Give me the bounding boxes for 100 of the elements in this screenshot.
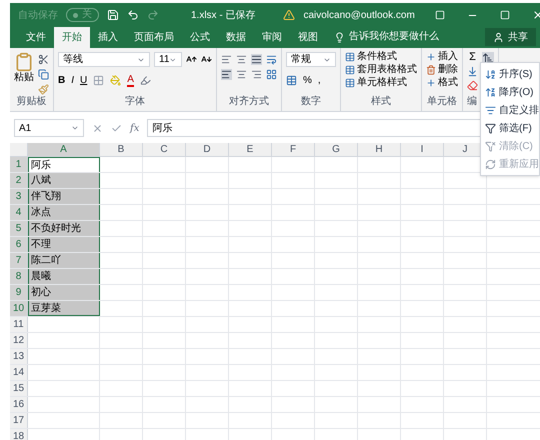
tell-me-field[interactable]: 告诉我你想要做什么: [349, 29, 439, 44]
grow-font-icon[interactable]: [186, 54, 197, 65]
row-header[interactable]: 13: [10, 349, 28, 364]
maximize-icon[interactable]: [500, 10, 510, 20]
table-cell: 八斌: [28, 173, 100, 188]
column-header[interactable]: I: [401, 143, 444, 156]
fill-color-icon[interactable]: [110, 75, 122, 86]
shrink-font-icon[interactable]: [201, 54, 212, 65]
underline-button[interactable]: U: [80, 73, 88, 88]
cancel-icon[interactable]: [92, 122, 103, 134]
bottom-align-icon[interactable]: [251, 54, 262, 65]
name-box[interactable]: A1: [14, 119, 84, 137]
clear-filter-icon: [485, 140, 496, 152]
group-label: 单元格: [427, 97, 457, 107]
group-label: 对齐方式: [229, 97, 269, 107]
row-header[interactable]: 1: [10, 157, 28, 172]
wrap-text-icon[interactable]: [266, 54, 277, 65]
align-center-icon[interactable]: [236, 69, 247, 80]
cells-menu-button[interactable]: 删除: [426, 65, 458, 75]
column-header[interactable]: D: [186, 143, 229, 156]
row-header[interactable]: 2: [10, 173, 28, 188]
row-header[interactable]: 7: [10, 253, 28, 268]
column-header[interactable]: G: [315, 143, 358, 156]
menu-item[interactable]: 自定义排: [481, 103, 539, 117]
fill-icon[interactable]: [467, 66, 478, 77]
ribbon-display-icon[interactable]: [434, 10, 445, 20]
font-color-button[interactable]: A: [127, 74, 134, 86]
ribbon-tab[interactable]: 页面布局: [126, 27, 182, 48]
percent-button[interactable]: %: [303, 73, 312, 88]
menu-item[interactable]: 筛选(F): [481, 121, 539, 135]
filter-icon: [485, 122, 496, 134]
column-header[interactable]: H: [358, 143, 401, 156]
bold-button[interactable]: B: [58, 73, 66, 88]
row-header[interactable]: 6: [10, 237, 28, 252]
ribbon-tab[interactable]: 文件: [18, 27, 54, 48]
enter-icon[interactable]: [111, 122, 122, 134]
style-menu-button[interactable]: 套用表格格式: [345, 65, 417, 75]
menu-item[interactable]: 升序(S): [481, 67, 539, 81]
column-header[interactable]: E: [229, 143, 272, 156]
insert-function-button[interactable]: fx: [130, 120, 140, 136]
align-left-icon[interactable]: [221, 69, 232, 80]
custom-sort-icon: [485, 104, 496, 116]
undo-icon[interactable]: [127, 9, 139, 21]
group-label: 编: [467, 97, 477, 107]
table-cell: 阿乐: [28, 157, 100, 172]
plus-icon: [426, 78, 436, 88]
row-header[interactable]: 4: [10, 205, 28, 220]
share-button[interactable]: 共享: [485, 28, 536, 46]
column-header[interactable]: F: [272, 143, 315, 156]
middle-align-icon[interactable]: [236, 54, 247, 65]
top-align-icon[interactable]: [221, 54, 232, 65]
row-header[interactable]: 14: [10, 365, 28, 380]
row-header[interactable]: 15: [10, 381, 28, 396]
row-header[interactable]: 3: [10, 189, 28, 204]
group-label: 数字: [301, 97, 321, 107]
reapply-icon: [485, 158, 496, 170]
row-header[interactable]: 17: [10, 413, 28, 428]
ribbon-tab[interactable]: 插入: [90, 27, 126, 48]
merge-icon[interactable]: [266, 69, 277, 80]
row-header[interactable]: 11: [10, 317, 28, 332]
style-menu-button[interactable]: 条件格式: [345, 52, 417, 62]
lightbulb-icon: [334, 32, 345, 43]
ribbon-tab[interactable]: 视图: [290, 27, 326, 48]
ribbon-tab[interactable]: 数据: [218, 27, 254, 48]
italic-button[interactable]: I: [71, 73, 74, 88]
cells-menu-button[interactable]: 插入: [426, 52, 458, 62]
cut-icon[interactable]: [38, 54, 49, 65]
row-header[interactable]: 5: [10, 221, 28, 236]
account-email[interactable]: caivolcano@outlook.com: [303, 8, 415, 22]
style-menu-button[interactable]: 单元格样式: [345, 78, 417, 88]
eraser-icon[interactable]: [467, 80, 478, 91]
menu-item[interactable]: 降序(O): [481, 85, 539, 99]
table-icon: [345, 65, 355, 75]
row-header[interactable]: 8: [10, 269, 28, 284]
copy-icon[interactable]: [38, 69, 49, 80]
autosum-button[interactable]: Σ: [467, 52, 478, 63]
cells-menu-button[interactable]: 格式: [426, 78, 458, 88]
column-header[interactable]: A: [28, 143, 100, 156]
table-cell: 冰点: [28, 205, 100, 220]
number-format-field[interactable]: 常规: [286, 52, 336, 67]
close-icon[interactable]: [532, 9, 540, 21]
row-header[interactable]: 10: [10, 301, 28, 316]
font-size-field[interactable]: 11: [154, 52, 182, 67]
align-right-icon[interactable]: [251, 69, 262, 80]
save-icon[interactable]: [107, 9, 119, 21]
ribbon-tab[interactable]: 公式: [182, 27, 218, 48]
row-header[interactable]: 18: [10, 429, 28, 440]
row-header[interactable]: 16: [10, 397, 28, 412]
ribbon-tab[interactable]: 开始: [54, 27, 90, 48]
person-icon: [493, 32, 504, 42]
table-icon: [345, 78, 355, 88]
caret-icon: [169, 56, 177, 64]
row-header[interactable]: 12: [10, 333, 28, 348]
font-name-field[interactable]: 等线: [58, 52, 150, 67]
column-header[interactable]: C: [143, 143, 186, 156]
column-header[interactable]: B: [100, 143, 143, 156]
ribbon-tab[interactable]: 审阅: [254, 27, 290, 48]
paste-button[interactable]: 粘贴: [14, 52, 34, 84]
comma-button[interactable]: ,: [318, 73, 321, 88]
row-header[interactable]: 9: [10, 285, 28, 300]
